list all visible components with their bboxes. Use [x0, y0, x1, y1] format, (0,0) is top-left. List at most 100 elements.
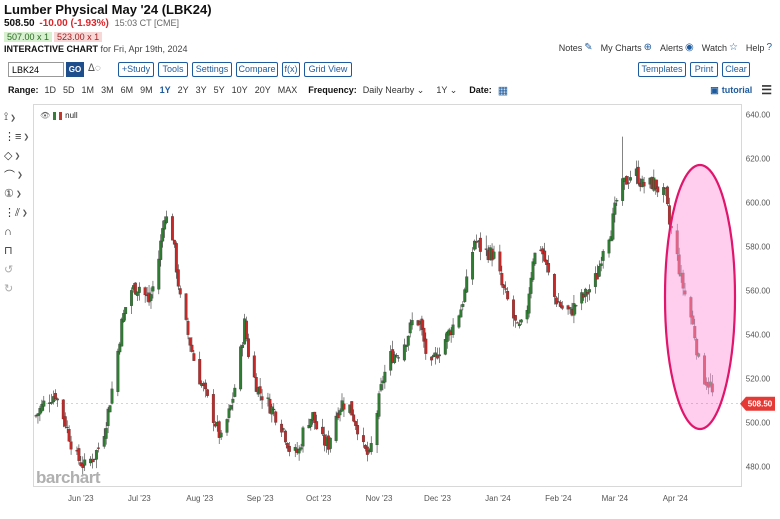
candle-body [529, 277, 533, 294]
candle-body [601, 251, 605, 261]
candle-body [313, 411, 317, 423]
candle-body [50, 402, 54, 404]
candle-body [572, 303, 576, 316]
candle-body [315, 421, 319, 430]
x-tick-label: Jun '23 [68, 494, 94, 503]
candle-body [266, 397, 270, 399]
candle-body [143, 287, 147, 296]
x-tick-label: Mar '24 [602, 494, 629, 503]
candle-body [377, 393, 381, 417]
candle-body [165, 216, 169, 223]
candle-body [186, 321, 190, 335]
candle-body [159, 240, 163, 260]
candle-body [361, 435, 365, 443]
candle-body [77, 448, 81, 461]
candle-body [334, 415, 338, 441]
candle-body [137, 286, 141, 293]
candle-body [178, 288, 182, 295]
candle-body [519, 319, 523, 323]
x-tick-label: Dec '23 [424, 494, 451, 503]
candle-body [356, 425, 360, 435]
candle-body [547, 263, 551, 273]
candle-body [55, 398, 59, 401]
candle-body [621, 178, 625, 201]
candle-body [543, 250, 547, 262]
candle-body [206, 389, 209, 396]
candle-body [628, 177, 632, 181]
candle-body [69, 441, 73, 450]
candle-body [627, 182, 630, 184]
candle-body [149, 294, 153, 301]
candle-body [124, 307, 128, 315]
candle-body [342, 403, 346, 410]
candle-body [188, 337, 192, 346]
candle-body [615, 200, 619, 202]
candle-body [395, 355, 399, 357]
candle-body [227, 408, 231, 418]
candle-body [492, 251, 496, 259]
candle-body [397, 357, 400, 359]
candle-body [352, 414, 356, 422]
candle-body [108, 405, 112, 413]
candle-body [597, 266, 601, 277]
candle-body [284, 430, 287, 443]
candle-body [270, 406, 274, 415]
candle-body [190, 344, 194, 352]
candle-body [122, 313, 126, 322]
candle-body [301, 427, 305, 447]
candle-body [588, 289, 591, 293]
candle-body [61, 399, 65, 420]
candle-body [297, 449, 301, 454]
candle-body [410, 320, 414, 326]
candle-body [321, 426, 324, 435]
candle-body [231, 398, 235, 403]
candle-body [246, 338, 250, 357]
candle-body [252, 355, 256, 378]
candle-body [161, 228, 165, 242]
candle-body [369, 443, 373, 452]
candle-body [424, 338, 428, 354]
candle-body [607, 239, 611, 254]
candle-body [184, 293, 188, 320]
candle-body [514, 315, 517, 321]
candle-body [192, 353, 196, 361]
candle-body [498, 251, 502, 272]
candle-body [65, 426, 69, 429]
candle-body [104, 428, 108, 439]
candle-body [527, 293, 531, 314]
candle-body [554, 297, 558, 305]
candle-body [500, 273, 504, 286]
candle-body [225, 419, 229, 433]
candle-body [91, 459, 94, 463]
last-price-label: 508.50 [748, 400, 773, 409]
price-chart: 640.00 620.00 600.00 580.00 560.00 540.00 520.… [34, 111, 775, 503]
candle-body [116, 350, 120, 392]
y-tick-label: 600.00 [746, 199, 771, 208]
candle-body [586, 292, 590, 295]
y-tick-label: 580.00 [746, 243, 771, 252]
annotation-ellipse [663, 163, 737, 431]
candle-body [379, 384, 383, 391]
candle-body [233, 387, 237, 397]
candle-body [451, 324, 455, 335]
candle-body [287, 445, 291, 452]
candle-body [241, 344, 245, 348]
candle-body [219, 432, 223, 438]
candle-body [211, 394, 215, 423]
candle-body [656, 186, 660, 193]
candle-body [533, 252, 537, 265]
x-tick-label: Nov '23 [366, 494, 393, 503]
candle-body [383, 371, 387, 383]
candle-body [280, 423, 284, 433]
y-tick-label: 520.00 [746, 374, 771, 383]
candle-body [110, 388, 114, 404]
candle-body [350, 401, 354, 416]
y-tick-label: 480.00 [746, 462, 771, 471]
candle-body [599, 263, 603, 266]
candle-body [430, 356, 434, 361]
candle-body [299, 447, 303, 450]
candle-body [636, 166, 640, 184]
candle-body [229, 405, 233, 410]
candle-body [666, 186, 669, 205]
candle-body [406, 335, 410, 346]
